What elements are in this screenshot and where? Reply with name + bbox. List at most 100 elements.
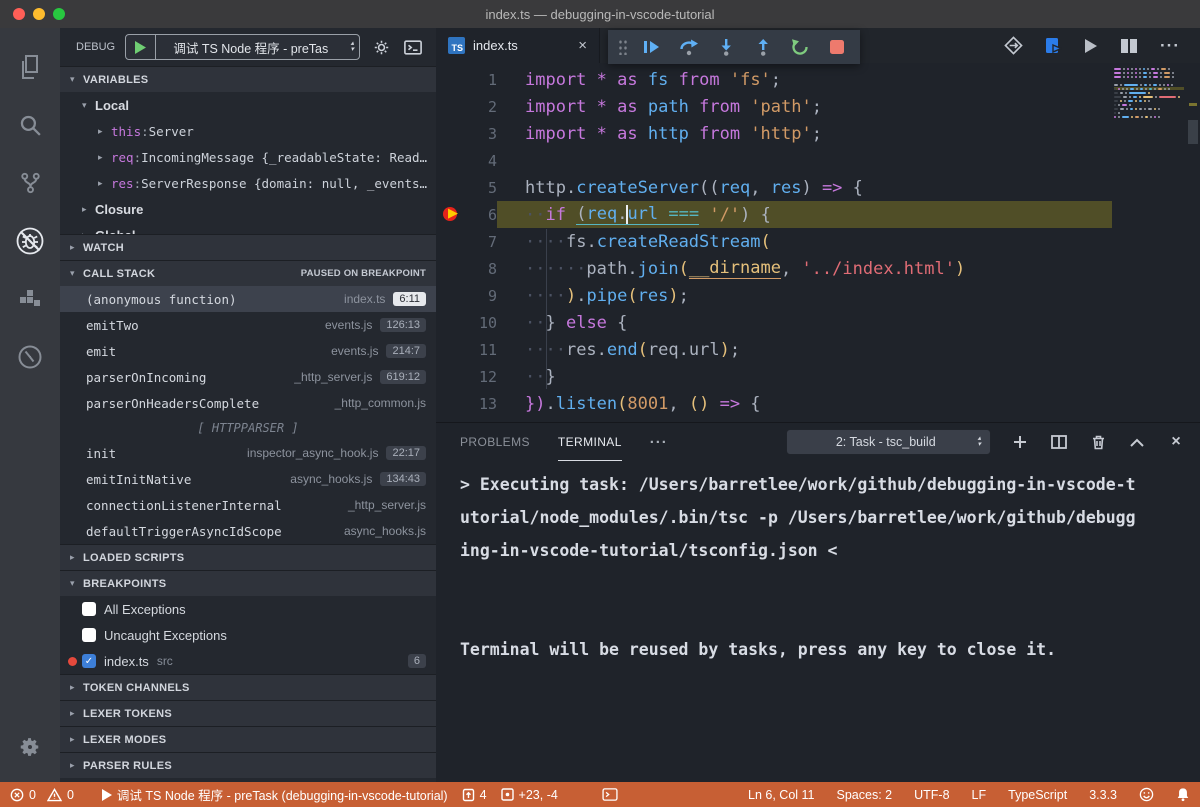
- zoom-window-button[interactable]: [53, 8, 65, 20]
- editor-gutter[interactable]: ▶6: [436, 201, 497, 228]
- editor-gutter[interactable]: 2: [436, 93, 497, 120]
- loaded-scripts-section-header[interactable]: ▸ LOADED SCRIPTS: [60, 544, 436, 570]
- panel-more-icon[interactable]: ···: [650, 434, 668, 451]
- panel-tab-problems[interactable]: PROBLEMS: [460, 423, 530, 461]
- terminal-output[interactable]: > Executing task: /Users/barretlee/work/…: [436, 461, 1200, 673]
- editor-gutter[interactable]: 11: [436, 336, 497, 363]
- stack-frame[interactable]: parserOnHeadersComplete_http_common.js: [60, 390, 436, 416]
- stack-frame[interactable]: emitInitNativeasync_hooks.js134:43: [60, 466, 436, 492]
- section-header-token-channels[interactable]: ▸TOKEN CHANNELS: [60, 674, 436, 700]
- stack-frame[interactable]: defaultTriggerAsyncIdScopeasync_hooks.js: [60, 518, 436, 544]
- kill-terminal-trash-icon[interactable]: [1088, 432, 1108, 452]
- language-mode[interactable]: TypeScript: [1008, 788, 1067, 802]
- configure-gear-icon[interactable]: [370, 39, 392, 56]
- editor-gutter[interactable]: 12: [436, 363, 497, 390]
- panel-tab-terminal[interactable]: TERMINAL: [558, 423, 622, 461]
- editor-gutter[interactable]: 4: [436, 147, 497, 174]
- eol-setting[interactable]: LF: [972, 788, 987, 802]
- split-editor-icon[interactable]: [1120, 38, 1138, 54]
- new-terminal-icon[interactable]: [1010, 432, 1030, 452]
- split-terminal-icon[interactable]: [1049, 432, 1069, 452]
- cursor-position[interactable]: Ln 6, Col 11: [748, 788, 814, 802]
- stack-frame[interactable]: emitTwoevents.js126:13: [60, 312, 436, 338]
- diff-status[interactable]: +23, -4: [501, 788, 558, 802]
- watch-section-header[interactable]: ▸ WATCH: [60, 234, 436, 260]
- restart-button[interactable]: [788, 35, 812, 59]
- stop-button[interactable]: [825, 35, 849, 59]
- run-icon[interactable]: [1084, 38, 1098, 54]
- debug-icon[interactable]: [0, 212, 60, 270]
- code-editor[interactable]: 1import * as fs from 'fs';2import * as p…: [436, 63, 1200, 422]
- stack-frame[interactable]: initinspector_async_hook.js22:17: [60, 440, 436, 466]
- typescript-version[interactable]: 3.3.3: [1089, 788, 1117, 802]
- terminal-status-icon[interactable]: [602, 788, 618, 801]
- step-into-button[interactable]: [714, 35, 738, 59]
- terminal-select[interactable]: 2: Task - tsc_build ▴▾: [786, 429, 991, 455]
- section-header-lexer-tokens[interactable]: ▸LEXER TOKENS: [60, 700, 436, 726]
- terminal-line: [460, 574, 1200, 607]
- scope-row[interactable]: ▸Closure: [60, 196, 436, 222]
- stack-frame[interactable]: parserOnIncoming_http_server.js619:12: [60, 364, 436, 390]
- variable-row[interactable]: ▸req: IncomingMessage {_readableState: R…: [60, 144, 436, 170]
- settings-icon[interactable]: [0, 718, 60, 776]
- extensions-icon[interactable]: [0, 270, 60, 328]
- start-debug-button[interactable]: [126, 35, 156, 59]
- editor-gutter[interactable]: 3: [436, 120, 497, 147]
- breakpoint-row[interactable]: Uncaught Exceptions: [60, 622, 436, 648]
- problems-status[interactable]: 0 0: [10, 788, 74, 802]
- editor-gutter[interactable]: 1: [436, 66, 497, 93]
- search-icon[interactable]: [0, 96, 60, 154]
- editor-gutter[interactable]: 9: [436, 282, 497, 309]
- editor-gutter[interactable]: 7: [436, 228, 497, 255]
- scope-row[interactable]: ▾Local: [60, 92, 436, 118]
- editor-gutter[interactable]: 10: [436, 309, 497, 336]
- callstack-section-header[interactable]: ▾ CALL STACK PAUSED ON BREAKPOINT: [60, 260, 436, 286]
- breakpoint-checkbox[interactable]: [82, 628, 96, 642]
- close-tab-icon[interactable]: ×: [578, 37, 587, 54]
- section-header-parser-rules[interactable]: ▸PARSER RULES: [60, 752, 436, 778]
- variables-section-header[interactable]: ▾ VARIABLES: [60, 66, 436, 92]
- loaded-scripts-title: LOADED SCRIPTS: [83, 552, 184, 564]
- open-preview-icon[interactable]: [1045, 37, 1062, 55]
- debug-status[interactable]: 调试 TS Node 程序 - preTask (debugging-in-vs…: [102, 785, 448, 804]
- breakpoint-row[interactable]: ✓index.tssrc6: [60, 648, 436, 674]
- debug-console-icon[interactable]: [402, 40, 424, 55]
- indentation-setting[interactable]: Spaces: 2: [837, 788, 893, 802]
- step-over-button[interactable]: [677, 35, 701, 59]
- editor-gutter[interactable]: 8: [436, 255, 497, 282]
- encoding-setting[interactable]: UTF-8: [914, 788, 949, 802]
- more-icon[interactable]: ···: [1160, 36, 1180, 56]
- debug-config-select[interactable]: 调试 TS Node 程序 - preTas ▴▾: [125, 34, 360, 60]
- feedback-smiley-icon[interactable]: [1139, 787, 1154, 802]
- tab-index-ts[interactable]: TS index.ts ×: [436, 28, 600, 63]
- minimap[interactable]: [1114, 67, 1184, 119]
- files-icon[interactable]: [0, 38, 60, 96]
- breakpoint-checkbox[interactable]: [82, 602, 96, 616]
- stack-frame[interactable]: (anonymous function)index.ts6:11: [60, 286, 436, 312]
- section-header-lexer-modes[interactable]: ▸LEXER MODES: [60, 726, 436, 752]
- antlr-icon[interactable]: [0, 328, 60, 386]
- breakpoint-row[interactable]: All Exceptions: [60, 596, 436, 622]
- scope-row[interactable]: ▸Global: [60, 222, 436, 234]
- open-changes-icon[interactable]: [1004, 36, 1023, 55]
- breakpoints-section-header[interactable]: ▾ BREAKPOINTS: [60, 570, 436, 596]
- collapse-icon: ▾: [70, 74, 83, 85]
- editor-gutter[interactable]: 5: [436, 174, 497, 201]
- toolbar-drag-handle[interactable]: [618, 39, 627, 55]
- editor-scrollbar-thumb[interactable]: [1188, 120, 1198, 144]
- close-window-button[interactable]: [13, 8, 25, 20]
- continue-button[interactable]: [640, 35, 664, 59]
- close-panel-icon[interactable]: ×: [1166, 432, 1186, 452]
- notifications-bell-icon[interactable]: [1176, 787, 1190, 802]
- source-control-icon[interactable]: [0, 154, 60, 212]
- stack-frame[interactable]: emitevents.js214:7: [60, 338, 436, 364]
- breakpoint-checkbox[interactable]: ✓: [82, 654, 96, 668]
- file-sync-status[interactable]: 4: [462, 788, 487, 802]
- editor-gutter[interactable]: 13: [436, 390, 497, 417]
- minimize-window-button[interactable]: [33, 8, 45, 20]
- maximize-panel-icon[interactable]: [1127, 432, 1147, 452]
- stack-frame[interactable]: connectionListenerInternal_http_server.j…: [60, 492, 436, 518]
- variable-row[interactable]: ▸this: Server: [60, 118, 436, 144]
- variable-row[interactable]: ▸res: ServerResponse {domain: null, _eve…: [60, 170, 436, 196]
- step-out-button[interactable]: [751, 35, 775, 59]
